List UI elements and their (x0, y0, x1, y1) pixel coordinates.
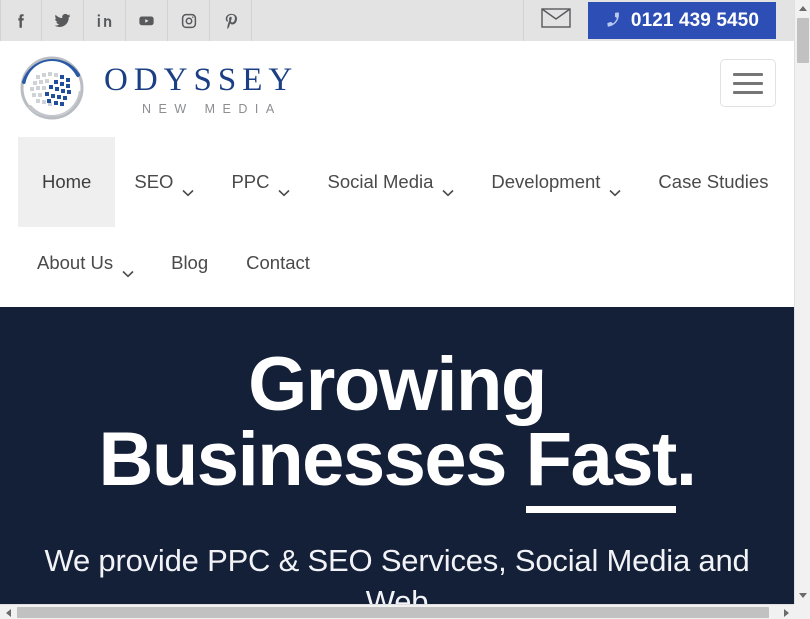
hero-heading-period: . (675, 417, 697, 503)
page-viewport: 0121 439 5450 ODYSSEY NEW MEDIA Home SEO… (0, 0, 794, 604)
scroll-up-arrow[interactable] (795, 0, 810, 17)
facebook-icon (12, 12, 30, 30)
nav-item-about-us[interactable]: About Us (18, 227, 152, 299)
pinterest-icon (222, 12, 240, 30)
youtube-icon (137, 11, 156, 30)
globe-sphere-logo (16, 53, 88, 125)
brand-subtitle: NEW MEDIA (142, 102, 282, 116)
hero-heading-line1: Growing (248, 342, 547, 427)
topbar-spacer (252, 0, 524, 41)
nav-item-case-studies[interactable]: Case Studies (639, 137, 787, 227)
nav-row-primary: Home SEO PPC Social Media Development Ca… (0, 137, 794, 227)
nav-label: About Us (37, 252, 114, 273)
nav-label: Case Studies (658, 171, 769, 192)
social-link-pinterest[interactable] (210, 0, 252, 41)
nav-item-social-media[interactable]: Social Media (308, 137, 472, 227)
social-link-facebook[interactable] (0, 0, 42, 41)
hamburger-bar-3 (733, 90, 763, 94)
vertical-scroll-thumb[interactable] (797, 18, 809, 63)
hero-section: Growing Businesses Fast. We provide PPC &… (0, 307, 794, 604)
social-links (0, 0, 252, 41)
nav-row-secondary: About Us Blog Contact (0, 227, 794, 299)
horizontal-scroll-thumb[interactable] (17, 607, 769, 618)
email-link[interactable] (524, 0, 588, 41)
phone-number-label: 0121 439 5450 (630, 9, 759, 31)
brand-wordmark: ODYSSEY NEW MEDIA (104, 62, 299, 117)
twitter-icon (53, 11, 72, 30)
nav-label: PPC (231, 171, 270, 192)
site-header: ODYSSEY NEW MEDIA (0, 41, 794, 137)
nav-item-contact[interactable]: Contact (227, 227, 329, 299)
scroll-left-arrow[interactable] (0, 605, 16, 619)
nav-label: SEO (134, 171, 174, 192)
browser-page: 0121 439 5450 ODYSSEY NEW MEDIA Home SEO… (0, 0, 810, 619)
linkedin-icon (96, 12, 113, 29)
chevron-down-icon (442, 180, 454, 196)
hero-subtext: We provide PPC & SEO Services, Social Me… (44, 543, 750, 604)
chevron-down-icon (182, 180, 194, 196)
chevron-down-icon (278, 180, 291, 196)
social-link-linkedin[interactable] (84, 0, 126, 41)
site-logo-link[interactable]: ODYSSEY NEW MEDIA (0, 53, 298, 125)
vertical-scrollbar[interactable] (794, 0, 810, 604)
hero-heading-line2-plain: Businesses (98, 417, 526, 503)
nav-label: Development (491, 171, 601, 192)
top-utility-bar: 0121 439 5450 (0, 0, 794, 41)
social-link-instagram[interactable] (168, 0, 210, 41)
main-navigation: Home SEO PPC Social Media Development Ca… (0, 137, 794, 307)
social-link-twitter[interactable] (42, 0, 84, 41)
nav-item-development[interactable]: Development (472, 137, 639, 227)
horizontal-scrollbar[interactable] (0, 604, 810, 619)
hero-heading-emphasis: Fast (525, 417, 677, 514)
scroll-down-arrow[interactable] (795, 587, 810, 604)
nav-item-ppc[interactable]: PPC (212, 137, 308, 227)
hero-heading: Growing Businesses Fast. (20, 347, 774, 514)
hamburger-icon[interactable] (720, 59, 776, 107)
hamburger-bar-2 (733, 81, 763, 85)
hamburger-bar-1 (733, 72, 763, 76)
scroll-right-arrow[interactable] (778, 605, 794, 619)
phone-button[interactable]: 0121 439 5450 (587, 2, 776, 39)
chevron-down-icon (609, 180, 621, 196)
chevron-down-icon (122, 261, 134, 277)
nav-label: Blog (171, 252, 209, 273)
nav-item-blog[interactable]: Blog (152, 227, 227, 299)
brand-title: ODYSSEY (104, 62, 299, 98)
instagram-icon (180, 12, 198, 30)
nav-item-seo[interactable]: SEO (115, 137, 212, 227)
nav-label: Home (42, 171, 92, 192)
nav-label: Contact (246, 252, 310, 273)
phone-icon (604, 9, 624, 31)
social-link-youtube[interactable] (126, 0, 168, 41)
nav-item-home[interactable]: Home (18, 137, 116, 227)
scrollbar-corner (794, 604, 810, 619)
envelope-icon (541, 8, 571, 33)
nav-label: Social Media (327, 171, 434, 192)
